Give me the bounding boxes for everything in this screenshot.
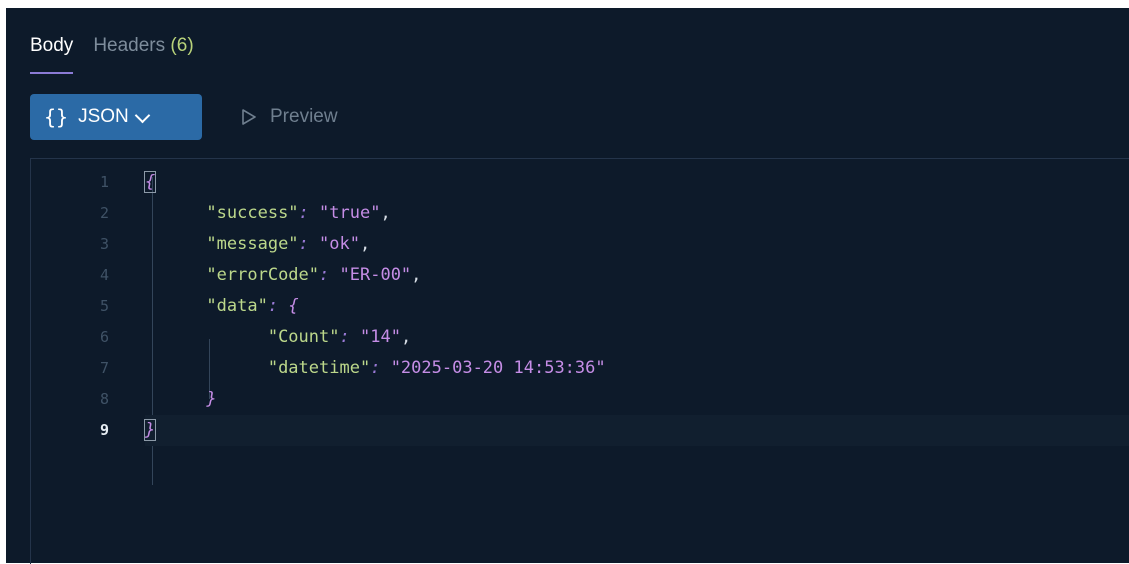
line-number: 2 [99,204,109,222]
response-panel: Body Headers (6) {} JSON Preview 1 2 3 4… [6,8,1129,564]
format-dropdown-button[interactable]: {} JSON [30,94,202,140]
json-value: "14" [359,327,401,347]
tab-body[interactable]: Body [30,32,74,74]
json-colon: : [267,296,279,316]
tab-headers[interactable]: Headers (6) [93,32,193,62]
code-line-current: } [143,415,1129,446]
json-comma: , [411,265,422,285]
tab-body-label: Body [30,35,74,56]
line-number: 7 [99,359,109,377]
tab-headers-label: Headers [93,35,166,56]
line-number: 5 [99,297,109,315]
line-number: 6 [99,328,109,346]
line-number-current: 9 [99,421,109,439]
code-line: { [143,167,1129,198]
json-value: "ok" [319,234,360,254]
json-brace: { [143,171,157,193]
json-value: "ER-00" [339,265,412,285]
json-value: "2025-03-20 14:53:36" [390,358,606,378]
json-colon: : [298,234,309,254]
line-number: 1 [99,173,109,191]
code-line: "datetime": "2025-03-20 14:53:36" [145,353,1129,384]
code-line: "Count": "14", [145,322,1129,353]
code-line: "data": { [145,291,1129,322]
json-brace: { [288,296,299,316]
json-key: "errorCode" [206,265,320,285]
json-brace: } [143,419,157,441]
json-key: "success" [206,203,299,223]
code-line: "success": "true", [145,198,1129,229]
format-label: JSON [78,106,129,127]
line-number: 8 [99,390,109,408]
code-line: } [145,384,1129,415]
code-line: "message": "ok", [145,229,1129,260]
json-colon: : [298,203,309,223]
line-number-gutter: 1 2 3 4 5 6 7 8 9 [31,167,121,446]
json-key: "data" [206,296,268,316]
chevron-down-icon [134,107,151,123]
json-comma: , [380,203,391,223]
line-number: 4 [99,266,109,284]
braces-icon: {} [44,105,69,129]
line-number: 3 [99,235,109,253]
json-comma: , [360,234,371,254]
code-line: "errorCode": "ER-00", [145,260,1129,291]
json-key: "Count" [267,327,340,347]
json-colon: : [319,265,330,285]
json-value: "true" [319,203,381,223]
json-brace: } [206,389,217,409]
play-icon [242,109,256,125]
json-colon: : [370,358,381,378]
json-key: "message" [206,234,299,254]
code-editor[interactable]: 1 2 3 4 5 6 7 8 9 { "success": "true", "… [30,158,1129,564]
code-lines: { "success": "true", "message": "ok", "e… [143,167,1129,446]
preview-label: Preview [270,106,338,127]
json-colon: : [339,327,350,347]
response-tabs: Body Headers (6) [30,32,194,74]
preview-button[interactable]: Preview [242,94,338,140]
headers-count-badge: (6) [170,35,194,56]
json-comma: , [400,327,412,347]
json-key: "datetime" [267,358,371,378]
